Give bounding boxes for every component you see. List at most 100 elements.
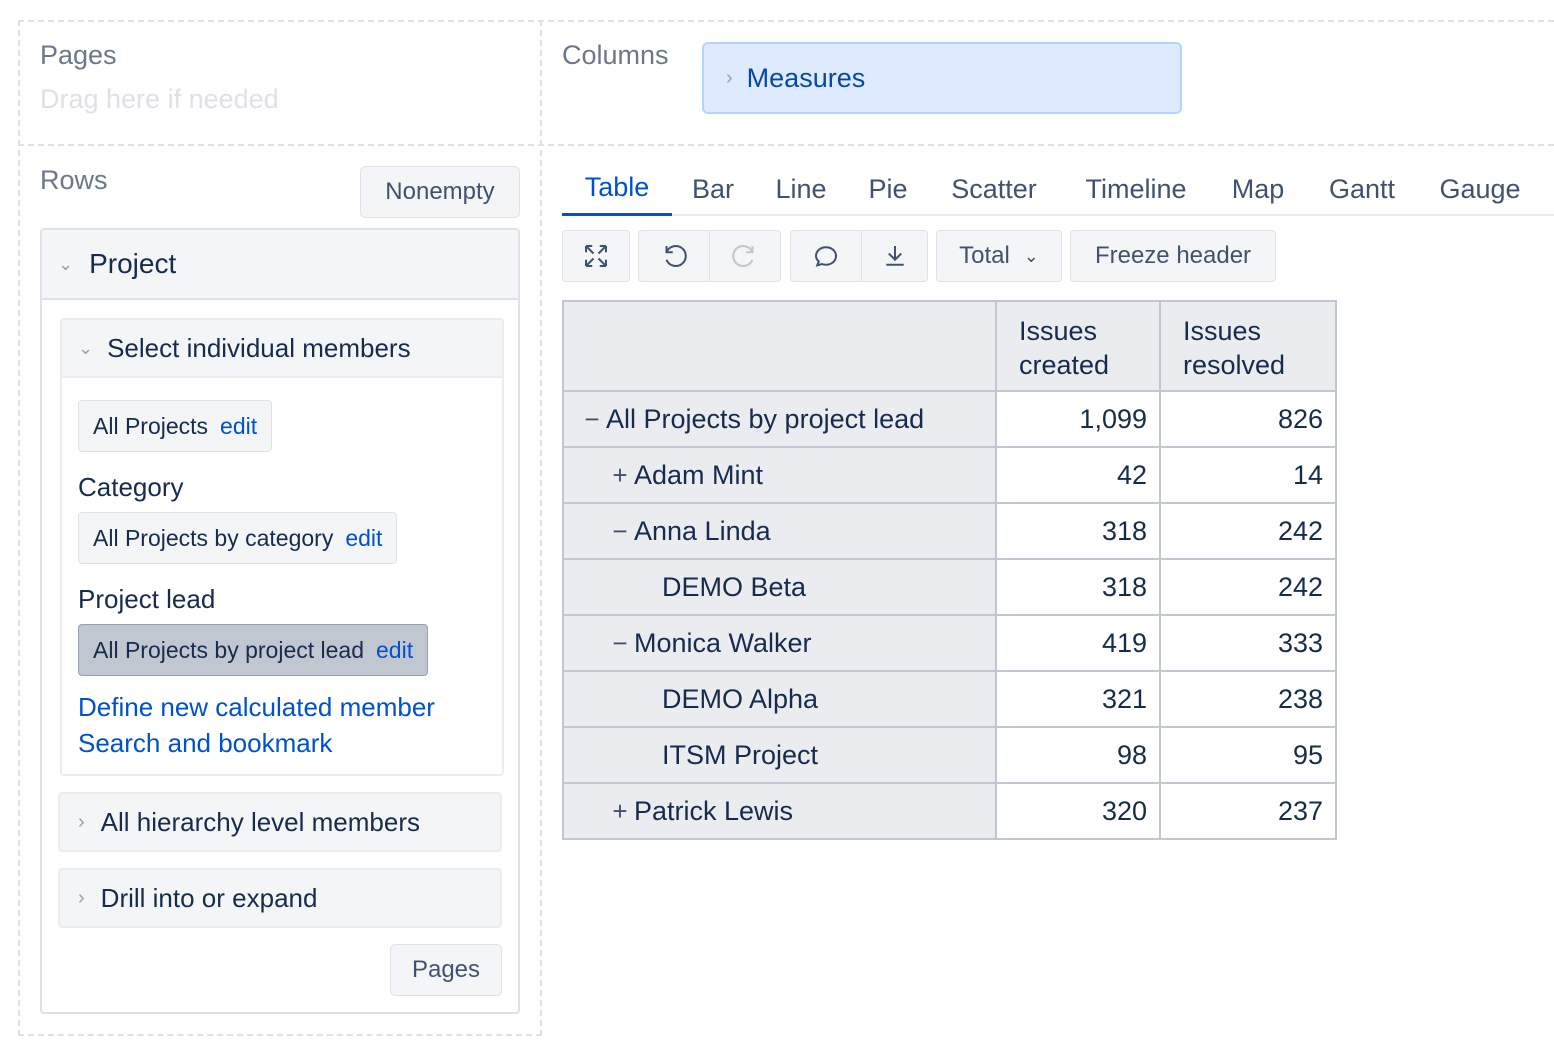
cell-issues-resolved: 333 [1159,614,1337,672]
row-label: Monica Walker [634,627,812,658]
column-header-line: resolved [1183,350,1286,380]
row-header[interactable]: − All Projects by project lead [562,390,997,448]
measures-label: Measures [746,62,866,93]
freeze-header-button[interactable]: Freeze header [1070,230,1276,282]
drill-expand-label: Drill into or expand [100,882,318,913]
cell-issues-resolved: 95 [1159,726,1337,784]
cell-issues-resolved: 242 [1159,558,1337,616]
redo-icon [732,245,754,267]
project-dimension-header[interactable]: ⌄ Project [42,230,518,300]
tab-scatter[interactable]: Scatter [936,162,1052,216]
category-edit-link[interactable]: edit [345,525,382,552]
chevron-right-icon: › [726,66,733,89]
column-header-line: Issues [1019,316,1098,346]
layout-divider-horizontal [18,144,1554,146]
project-lead-edit-link[interactable]: edit [376,637,413,664]
row-header[interactable]: − Anna Linda [562,502,997,560]
table-row: ITSM Project 98 95 [562,726,1337,784]
project-lead-chip[interactable]: All Projects by project lead edit [78,624,429,676]
tab-line[interactable]: Line [760,162,842,216]
pages-title: Pages [40,40,117,70]
cell-issues-created: 318 [995,502,1161,560]
table-row: DEMO Beta 318 242 [562,558,1337,616]
column-header-issues-created[interactable]: Issues created [995,300,1161,392]
table-row: − Monica Walker 419 333 [562,614,1337,672]
select-members-header[interactable]: ⌄ Select individual members [62,320,502,378]
hierarchy-level-members-label: All hierarchy level members [100,806,420,837]
undo-button[interactable] [638,230,710,282]
all-projects-chip[interactable]: All Projects edit [78,400,273,452]
row-header[interactable]: ITSM Project [562,726,997,784]
tab-table[interactable]: Table [562,162,672,216]
row-header[interactable]: + Patrick Lewis [562,782,997,840]
chevron-right-icon: › [78,810,85,833]
category-chip[interactable]: All Projects by category edit [78,512,398,564]
fullscreen-button[interactable] [562,230,630,282]
comment-icon [814,246,838,267]
visualization-tabs: Table Bar Line Pie Scatter Timeline Map … [562,162,1554,216]
download-button[interactable] [861,230,928,282]
row-header[interactable]: − Monica Walker [562,614,997,672]
cell-issues-created: 320 [995,782,1161,840]
tab-timeline[interactable]: Timeline [1070,162,1202,216]
column-header-line: created [1019,350,1110,380]
table-row: − Anna Linda 318 242 [562,502,1337,560]
measures-chip[interactable]: › Measures [702,42,1182,114]
cell-issues-created: 1,099 [995,390,1161,448]
collapse-icon[interactable]: − [606,516,634,547]
chevron-down-icon: ⌄ [78,337,94,358]
all-projects-edit-link[interactable]: edit [220,413,257,440]
search-bookmark-link[interactable]: Search and bookmark [78,728,332,759]
category-label: Category [78,472,184,502]
cell-issues-created: 419 [995,614,1161,672]
total-dropdown[interactable]: Total ⌄ [936,230,1062,282]
pages-drop-placeholder[interactable]: Drag here if needed [40,84,279,115]
chevron-right-icon: › [78,886,85,909]
define-calculated-member-link[interactable]: Define new calculated member [78,692,435,723]
tab-gantt[interactable]: Gantt [1314,162,1410,216]
collapse-icon[interactable]: − [606,628,634,659]
collapse-icon[interactable]: − [578,404,606,435]
row-header[interactable]: DEMO Beta [562,558,997,616]
undo-icon [665,245,687,267]
redo-button[interactable] [709,230,781,282]
row-header[interactable]: + Adam Mint [562,446,997,504]
all-projects-label: All Projects [93,412,209,439]
row-label: Adam Mint [634,459,764,490]
table-row: + Adam Mint 42 14 [562,446,1337,504]
column-header-issues-resolved[interactable]: Issues resolved [1159,300,1337,392]
row-label: DEMO Beta [662,571,807,602]
expand-icon[interactable]: + [606,796,634,827]
tab-gauge[interactable]: Gauge [1428,162,1532,216]
row-label: ITSM Project [662,739,819,770]
cell-issues-created: 321 [995,670,1161,728]
drill-expand-section[interactable]: › Drill into or expand [58,868,502,928]
layout-border-bottom [18,1034,542,1036]
table-row: − All Projects by project lead 1,099 826 [562,390,1337,448]
expand-icon[interactable]: + [606,460,634,491]
row-label: All Projects by project lead [606,403,925,434]
tab-bar[interactable]: Bar [674,162,752,216]
nonempty-button[interactable]: Nonempty [360,166,520,218]
rows-title: Rows [40,165,108,195]
cell-issues-created: 42 [995,446,1161,504]
row-header[interactable]: DEMO Alpha [562,670,997,728]
row-label: DEMO Alpha [662,683,819,714]
comment-button[interactable] [790,230,862,282]
row-label: Anna Linda [634,515,771,546]
cell-issues-created: 98 [995,726,1161,784]
hierarchy-level-members-section[interactable]: › All hierarchy level members [58,792,502,852]
cell-issues-created: 318 [995,558,1161,616]
tab-pie[interactable]: Pie [854,162,922,216]
pages-button[interactable]: Pages [390,944,502,996]
download-icon [885,246,904,266]
tab-map[interactable]: Map [1218,162,1298,216]
cell-issues-resolved: 242 [1159,502,1337,560]
project-dimension-label: Project [89,248,177,279]
chevron-down-icon: ⌄ [1023,245,1039,266]
layout-border-top [18,20,1554,22]
project-lead-label: Project lead [78,584,216,614]
table-corner-cell [562,300,997,392]
row-label: Patrick Lewis [634,795,794,826]
project-lead-chip-label: All Projects by project lead [93,636,365,663]
